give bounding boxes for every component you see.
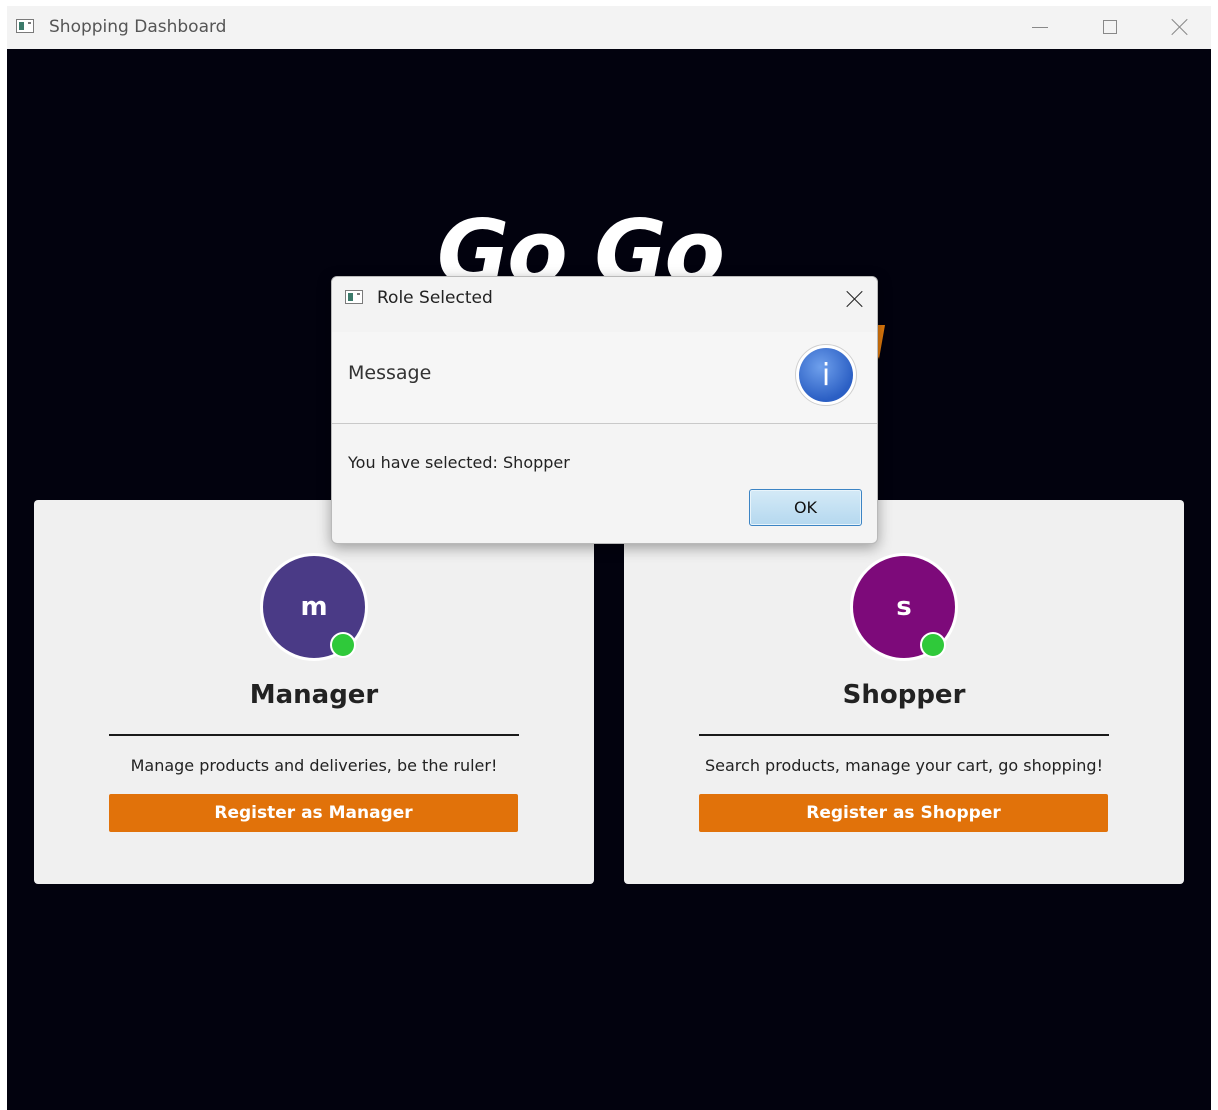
- maximize-icon: [1103, 20, 1117, 34]
- minimize-button[interactable]: [1017, 10, 1063, 44]
- dialog-window-icon: [345, 290, 363, 304]
- card-divider: [699, 734, 1109, 736]
- shopper-description: Search products, manage your cart, go sh…: [705, 756, 1103, 775]
- manager-title: Manager: [249, 680, 379, 710]
- dialog-close-button[interactable]: [837, 283, 873, 315]
- window-close-button[interactable]: [1157, 10, 1203, 44]
- info-icon: i: [795, 344, 857, 406]
- close-icon: [846, 290, 864, 308]
- register-shopper-button[interactable]: Register as Shopper: [699, 794, 1108, 832]
- window-titlebar[interactable]: Shopping Dashboard: [7, 6, 1211, 49]
- dialog-title: Role Selected: [377, 288, 493, 308]
- dashboard-content: Go Go m Manager Manage products and deli…: [7, 49, 1211, 1110]
- dialog-header: Message i: [332, 332, 877, 424]
- online-status-icon: [330, 632, 356, 658]
- app-window-icon: [16, 19, 34, 33]
- minimize-icon: [1032, 26, 1048, 28]
- ok-button[interactable]: OK: [749, 489, 862, 526]
- close-icon: [1171, 18, 1189, 36]
- dialog-header-text: Message: [348, 362, 432, 384]
- maximize-button[interactable]: [1087, 10, 1133, 44]
- main-window: Shopping Dashboard Go Go m Manager Manag…: [7, 6, 1211, 1110]
- manager-description: Manage products and deliveries, be the r…: [130, 756, 498, 775]
- online-status-icon: [920, 632, 946, 658]
- dialog-message: You have selected: Shopper: [348, 453, 570, 472]
- shopper-card: s Shopper Search products, manage your c…: [624, 500, 1184, 884]
- register-manager-button[interactable]: Register as Manager: [109, 794, 518, 832]
- window-title: Shopping Dashboard: [49, 17, 227, 37]
- manager-card: m Manager Manage products and deliveries…: [34, 500, 594, 884]
- card-divider: [109, 734, 519, 736]
- role-selected-dialog: Role Selected Message i You have selecte…: [331, 276, 878, 544]
- dialog-titlebar[interactable]: Role Selected: [332, 277, 877, 332]
- shopper-title: Shopper: [842, 680, 966, 710]
